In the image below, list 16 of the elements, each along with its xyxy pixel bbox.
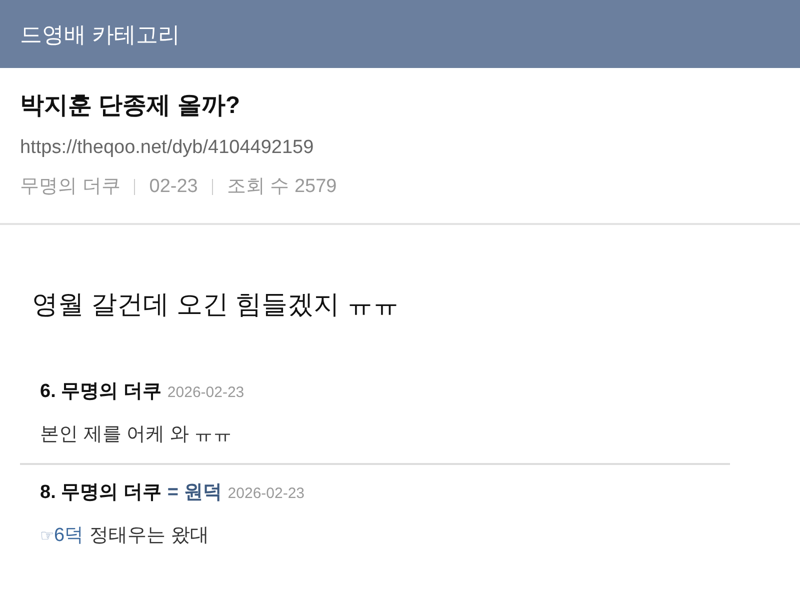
comment-text: 정태우는 왔대	[90, 524, 209, 548]
comment-date: 2026-02-23	[228, 484, 305, 504]
comment-author: 6. 무명의 더쿠	[40, 380, 162, 404]
post-title: 박지훈 단종제 올까?	[20, 91, 241, 121]
category-title: 드영배 카테고리	[20, 20, 180, 48]
comment-text: 본인 제를 어케 와 ㅠㅠ	[40, 422, 232, 446]
mention-link[interactable]: 6덕	[54, 522, 84, 550]
comment-date: 2026-02-23	[167, 383, 244, 403]
comment-author: 8. 무명의 더쿠	[40, 481, 162, 505]
post-author: 무명의 더쿠	[20, 174, 120, 198]
post-date: 02-23	[149, 174, 198, 198]
post-body: 영월 갈건데 오긴 힘들겠지 ㅠㅠ	[32, 289, 399, 319]
post-url: https://theqoo.net/dyb/4104492159	[20, 136, 315, 160]
pointer-glyph: ☞	[40, 526, 54, 546]
author-tag: = 원덕	[167, 479, 222, 508]
post-views: 조회 수 2579	[226, 174, 337, 198]
